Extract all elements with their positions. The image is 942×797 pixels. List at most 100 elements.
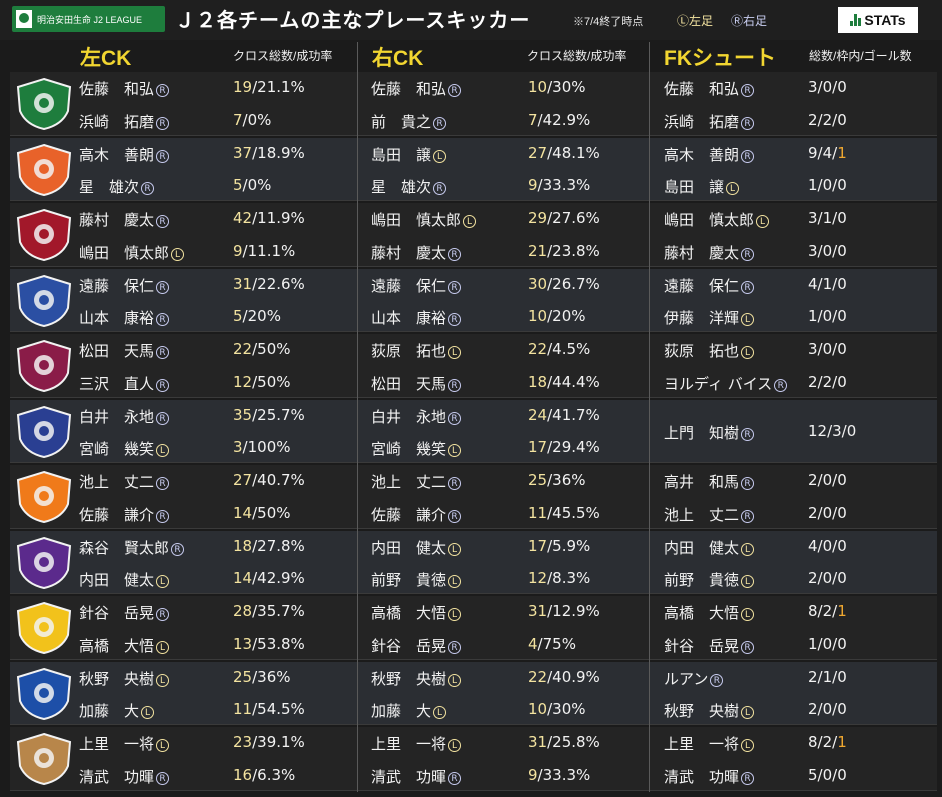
right-foot-icon: R bbox=[741, 247, 755, 261]
left-ck-stat: 27/40.7% bbox=[233, 471, 305, 489]
right-foot-icon: R bbox=[741, 427, 755, 441]
player-name: 針谷 岳晃 bbox=[79, 604, 155, 622]
left-ck-stat: 19/21.1% bbox=[233, 78, 305, 96]
fk-totals: 8/2/ bbox=[808, 602, 838, 620]
row-separator bbox=[10, 134, 937, 136]
player-name: 高橋 大悟 bbox=[371, 604, 447, 622]
success-rate: /23.8% bbox=[547, 241, 600, 260]
fk-totals: 2/2/0 bbox=[808, 372, 847, 391]
cross-total: 9 bbox=[233, 241, 243, 260]
player-name: 山本 康裕 bbox=[371, 309, 447, 327]
right-ck-player: 宮崎 幾笑 L bbox=[371, 438, 462, 459]
right-foot-icon: R bbox=[156, 608, 170, 621]
success-rate: /25.8% bbox=[547, 733, 600, 751]
right-foot-icon: R bbox=[448, 247, 462, 261]
right-foot-icon: R bbox=[448, 640, 462, 654]
left-foot-icon: L bbox=[433, 149, 447, 163]
cross-total: 22 bbox=[528, 667, 548, 686]
left-ck-player: 星 雄次 R bbox=[79, 176, 155, 197]
player-name: 高橋 大悟 bbox=[664, 604, 740, 622]
success-rate: /54.5% bbox=[252, 700, 305, 718]
left-ck-player: 森谷 賢太郎 R bbox=[79, 537, 185, 558]
right-ck-stat: 17/29.4% bbox=[528, 438, 600, 456]
player-name: 三沢 直人 bbox=[79, 374, 155, 393]
success-rate: /6.3% bbox=[252, 765, 296, 784]
success-rate: /21.1% bbox=[252, 78, 305, 96]
fk-totals: 3/0/0 bbox=[808, 78, 847, 96]
right-ck-stat: 10/30% bbox=[528, 700, 586, 718]
right-foot-icon: R bbox=[156, 215, 170, 228]
player-name: 内田 健太 bbox=[79, 571, 155, 589]
cross-total: 30 bbox=[528, 274, 548, 293]
player-name: 加藤 大 bbox=[371, 702, 432, 720]
fk-stat: 3/0/0 bbox=[808, 340, 847, 358]
fk-stat: 2/1/0 bbox=[808, 668, 847, 686]
fk-stat: 4/0/0 bbox=[808, 537, 847, 555]
success-rate: /50% bbox=[252, 503, 291, 522]
left-ck-stat: 14/42.9% bbox=[233, 569, 305, 587]
success-rate: /42.9% bbox=[537, 110, 591, 129]
row-separator bbox=[10, 462, 937, 463]
success-rate: /0% bbox=[242, 110, 272, 129]
player-name: ルアン bbox=[664, 669, 709, 688]
left-ck-stat: 7/0% bbox=[233, 111, 271, 129]
cross-total: 3 bbox=[233, 438, 243, 456]
left-ck-stat: 28/35.7% bbox=[233, 602, 305, 620]
right-ck-stat: 29/27.6% bbox=[528, 209, 600, 227]
fk-player: 清武 功暉 R bbox=[664, 766, 755, 787]
right-ck-stat: 12/8.3% bbox=[528, 569, 590, 587]
fk-totals: 8/2/ bbox=[808, 733, 838, 751]
fk-player: 秋野 央樹 L bbox=[664, 700, 755, 721]
fk-player: 高木 善朗 R bbox=[664, 144, 755, 165]
player-name: 嶋田 慎太郎 bbox=[371, 211, 462, 229]
fk-stat: 2/0/0 bbox=[808, 700, 847, 718]
fk-stat: 12/3/0 bbox=[808, 422, 856, 440]
fk-player: 上里 一将 L bbox=[664, 733, 755, 754]
player-name: 池上 丈二 bbox=[371, 473, 447, 491]
team-logo-icon bbox=[16, 601, 72, 655]
right-ck-player: 遠藤 保仁 R bbox=[371, 275, 462, 296]
left-ck-player: 上里 一将 L bbox=[79, 733, 170, 754]
success-rate: /41.7% bbox=[547, 405, 600, 424]
right-foot-icon: R bbox=[741, 509, 755, 523]
right-ck-player: 上里 一将 L bbox=[371, 733, 462, 754]
fk-player: ヨルディ バイス R bbox=[664, 373, 788, 394]
fk-totals: 2/0/0 bbox=[808, 569, 847, 587]
right-ck-player: 藤村 慶太 R bbox=[371, 242, 462, 263]
fk-stat: 3/0/0 bbox=[808, 78, 847, 96]
right-ck-player: 前 貴之 R bbox=[371, 111, 447, 132]
player-name: 星 雄次 bbox=[371, 178, 432, 196]
right-foot-icon: R bbox=[741, 640, 755, 654]
team-row: 上里 一将 L 23/39.1% 上里 一将 L 31/25.8% 上里 一将 L 8/2/1 清… bbox=[10, 727, 937, 791]
fk-stat: 2/2/0 bbox=[808, 111, 847, 129]
left-foot-icon: L bbox=[448, 673, 462, 687]
player-name: 佐藤 謙介 bbox=[371, 505, 447, 524]
fk-totals: 3/0/0 bbox=[808, 340, 847, 358]
right-foot-icon: R bbox=[448, 477, 462, 490]
fk-stat: 4/1/0 bbox=[808, 275, 847, 293]
team-row: 遠藤 保仁 R 31/22.6% 遠藤 保仁 R 30/26.7% 遠藤 保仁 R 4/1/0 山… bbox=[10, 268, 937, 332]
cross-total: 18 bbox=[233, 536, 253, 555]
left-foot-icon: L bbox=[741, 346, 755, 359]
fk-player: 島田 譲L bbox=[664, 176, 740, 197]
cross-total: 14 bbox=[233, 569, 253, 587]
left-foot-icon: L bbox=[448, 575, 462, 588]
left-foot-icon: L bbox=[726, 182, 740, 195]
success-rate: /100% bbox=[242, 438, 291, 456]
cross-total: 10 bbox=[528, 307, 548, 325]
player-name: 高木 善朗 bbox=[79, 145, 155, 164]
success-rate: /50% bbox=[252, 372, 291, 391]
right-ck-subtitle: クロス総数/成功率 bbox=[527, 49, 627, 63]
fk-goals: 1 bbox=[837, 602, 847, 620]
fk-totals: 2/1/0 bbox=[808, 667, 847, 686]
cross-total: 27 bbox=[233, 471, 253, 489]
player-name: 嶋田 慎太郎 bbox=[79, 243, 170, 262]
left-ck-stat: 13/53.8% bbox=[233, 635, 305, 653]
right-ck-player: 佐藤 謙介 R bbox=[371, 504, 462, 525]
cross-total: 12 bbox=[233, 372, 253, 391]
player-name: 佐藤 和弘 bbox=[79, 80, 155, 98]
cross-total: 9 bbox=[528, 176, 538, 194]
right-foot-icon: R bbox=[156, 149, 170, 163]
player-name: 荻原 拓也 bbox=[664, 342, 740, 360]
success-rate: /12.9% bbox=[547, 602, 600, 620]
